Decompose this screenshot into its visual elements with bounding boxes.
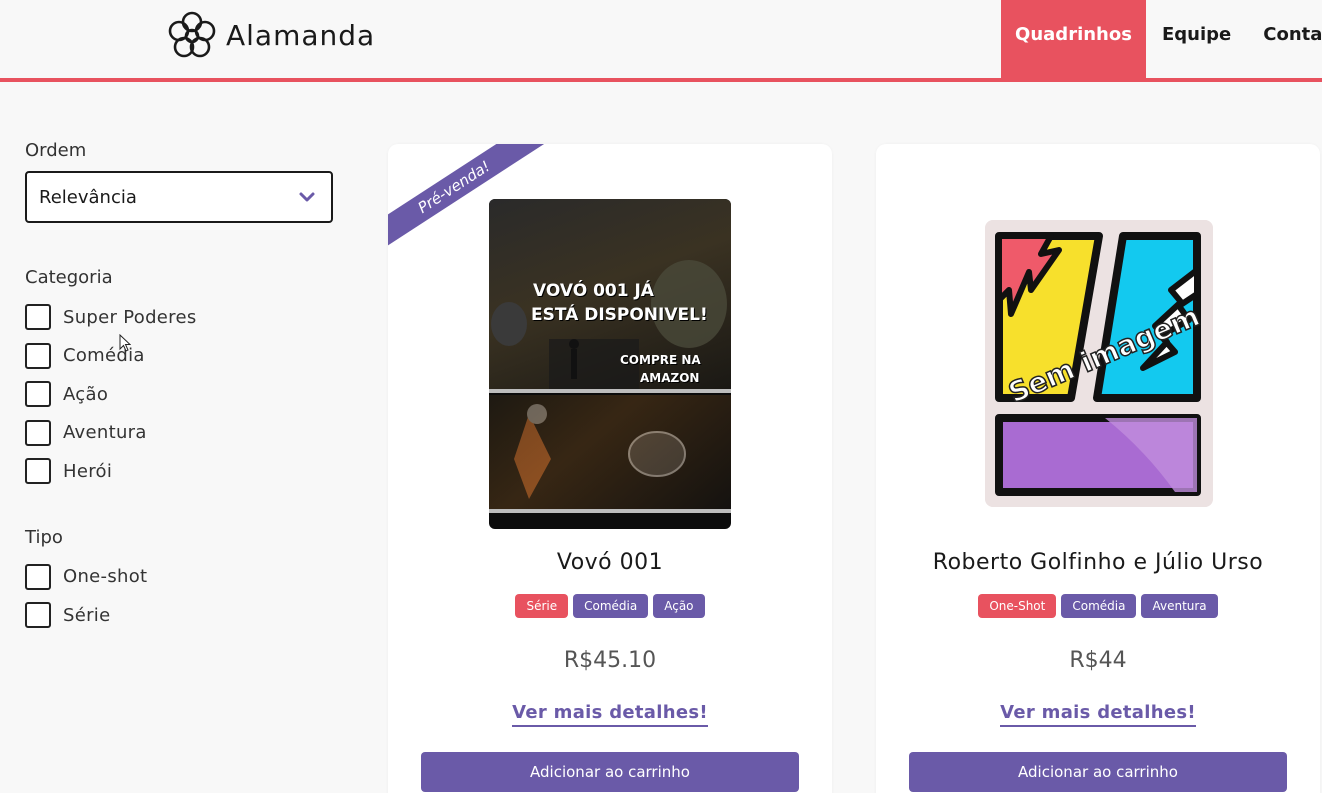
cover-headline-1: VOVÓ 001 JÁ [533,281,654,301]
tag-category: Comédia [1061,594,1137,618]
product-title: Vovó 001 [556,550,664,575]
type-list: One-shot Série [25,558,335,635]
cover-panel-bottom [489,395,731,513]
order-select[interactable]: Relevância [25,171,333,223]
checkbox[interactable] [25,304,51,331]
product-card: Pré-venda! VOVÓ 001 JÁ ESTÁ DISPONIVEL! … [388,144,832,793]
checkbox[interactable] [25,602,51,629]
product-title: Roberto Golfinho e Júlio Urso [932,550,1264,575]
flower-icon [168,11,216,58]
tag-type: One-Shot [978,594,1057,618]
checkbox[interactable] [25,458,51,485]
tag-type: Série [515,594,569,618]
category-super-poderes[interactable]: Super Poderes [25,298,335,337]
category-comedia[interactable]: Comédia [25,337,335,376]
details-link[interactable]: Ver mais detalhes! [512,702,708,727]
category-aventura[interactable]: Aventura [25,414,335,453]
nav-equipe[interactable]: Equipe [1146,0,1247,78]
category-list: Super Poderes Comédia Ação Aventura Heró… [25,298,335,491]
mouse-cursor-icon [119,334,131,352]
order-select-value: Relevância [39,186,137,208]
product-price: R$44 [1069,648,1127,673]
brand-logo[interactable]: Alamanda [166,8,375,62]
checkbox-label: Série [63,604,111,626]
type-serie[interactable]: Série [25,596,335,635]
main-nav: Quadrinhos Equipe Contat [1001,0,1322,78]
category-title: Categoria [25,267,113,288]
category-acao[interactable]: Ação [25,375,335,414]
cover-cta-1: COMPRE NA [620,353,701,367]
details-link-wrap: Ver mais detalhes! [388,702,832,727]
checkbox-label: Comédia [63,345,145,367]
checkbox[interactable] [25,419,51,446]
checkbox-label: Super Poderes [63,306,197,328]
product-tags: One-Shot Comédia Aventura [876,594,1320,618]
product-price: R$45.10 [563,648,657,673]
type-title: Tipo [25,526,63,548]
nav-contato[interactable]: Contat [1247,0,1322,78]
chevron-down-icon [299,192,315,202]
type-one-shot[interactable]: One-shot [25,558,335,597]
tag-category: Ação [653,594,705,618]
cover-cta-2: AMAZON [640,371,700,385]
tag-category: Aventura [1141,594,1218,618]
add-to-cart-button[interactable]: Adicionar ao carrinho [421,752,799,792]
filter-sidebar: Ordem Relevância Categoria Super Poderes… [25,140,335,635]
checkbox-label: Ação [63,383,109,405]
product-cover-image[interactable]: VOVÓ 001 JÁ ESTÁ DISPONIVEL! COMPRE NA A… [489,199,731,529]
order-title: Ordem [25,140,87,161]
checkbox-label: Aventura [63,422,147,444]
cover-divider [489,509,731,513]
brand-name: Alamanda [226,18,376,52]
details-link-wrap: Ver mais detalhes! [876,702,1320,727]
product-tags: Série Comédia Ação [388,594,832,618]
add-to-cart-button[interactable]: Adicionar ao carrinho [909,752,1287,792]
checkbox[interactable] [25,563,51,590]
site-header: Alamanda Quadrinhos Equipe Contat [0,0,1322,82]
cover-headline-2: ESTÁ DISPONIVEL! [531,305,708,325]
checkbox[interactable] [25,342,51,369]
category-heroi[interactable]: Herói [25,452,335,491]
product-card: Sem imagem Roberto Golfinho e Júlio Urso… [876,144,1320,793]
product-cover-image[interactable]: Sem imagem [985,220,1213,507]
tag-category: Comédia [573,594,649,618]
details-link[interactable]: Ver mais detalhes! [1000,702,1196,727]
nav-quadrinhos[interactable]: Quadrinhos [1001,0,1146,78]
checkbox-label: Herói [63,460,113,482]
checkbox-label: One-shot [63,566,148,588]
cover-divider [489,389,731,393]
checkbox[interactable] [25,381,51,408]
